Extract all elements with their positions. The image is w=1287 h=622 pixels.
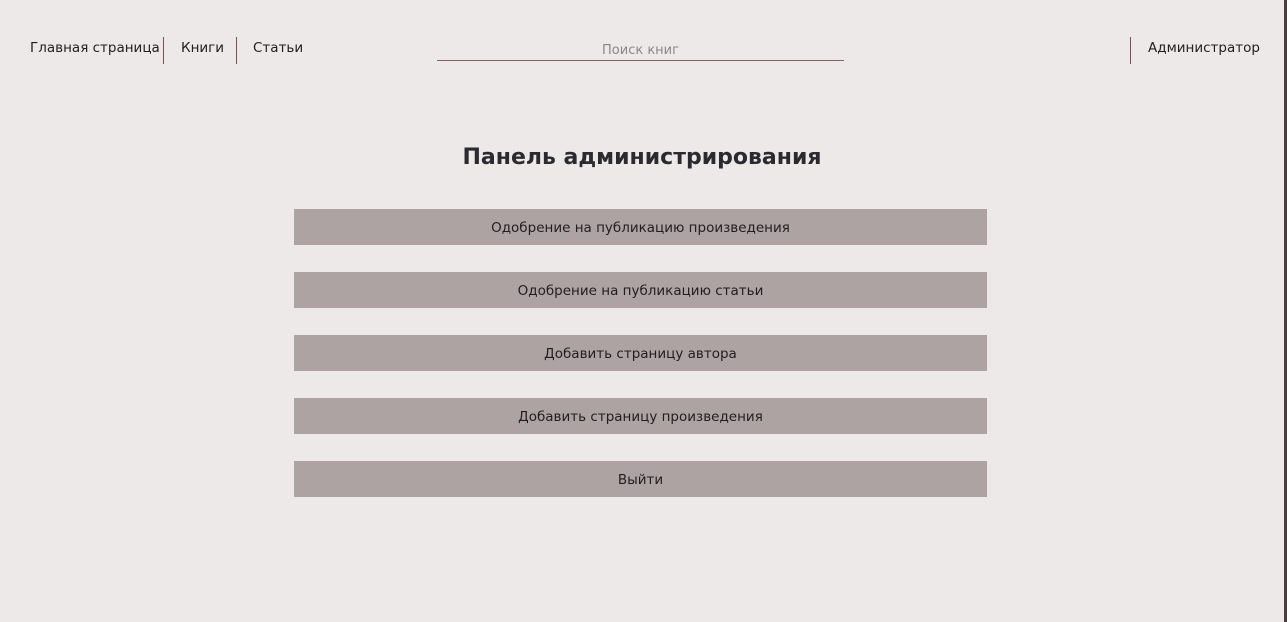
nav-link-books[interactable]: Книги	[181, 36, 224, 64]
add-author-page-button[interactable]: Добавить страницу автора	[294, 335, 987, 371]
top-navigation: Главная страница Книги Статьи Администра…	[0, 36, 1284, 64]
nav-divider	[163, 37, 164, 64]
add-work-page-button[interactable]: Добавить страницу произведения	[294, 398, 987, 434]
nav-link-articles[interactable]: Статьи	[253, 36, 303, 64]
search-input[interactable]	[437, 40, 844, 61]
nav-divider	[236, 37, 237, 64]
approve-work-button[interactable]: Одобрение на публикацию произведения	[294, 209, 987, 245]
nav-divider	[1130, 37, 1131, 64]
nav-link-home[interactable]: Главная страница	[30, 36, 160, 64]
nav-link-user-account[interactable]: Администратор	[1148, 36, 1260, 64]
logout-button[interactable]: Выйти	[294, 461, 987, 497]
page-title: Панель администрирования	[462, 145, 822, 170]
approve-article-button[interactable]: Одобрение на публикацию статьи	[294, 272, 987, 308]
